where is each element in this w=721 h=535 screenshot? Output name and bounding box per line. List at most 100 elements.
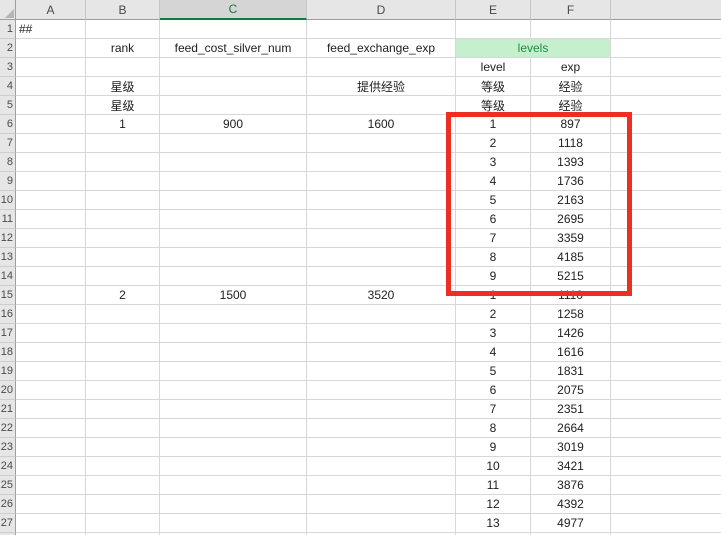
row-header-14[interactable]: 14 — [0, 267, 16, 286]
cell-A16[interactable] — [16, 305, 86, 324]
merged-cell-levels[interactable]: levels — [456, 39, 611, 58]
cell-D7[interactable] — [307, 134, 456, 153]
cell-E22[interactable]: 8 — [456, 419, 531, 438]
cell-E25[interactable]: 11 — [456, 476, 531, 495]
cell-C10[interactable] — [160, 191, 307, 210]
cell-C14[interactable] — [160, 267, 307, 286]
cell-F18[interactable]: 1616 — [531, 343, 611, 362]
row-header-18[interactable]: 18 — [0, 343, 16, 362]
cell-C23[interactable] — [160, 438, 307, 457]
cell-B25[interactable] — [86, 476, 160, 495]
row-header-3[interactable]: 3 — [0, 58, 16, 77]
cell-B21[interactable] — [86, 400, 160, 419]
cell-B26[interactable] — [86, 495, 160, 514]
cell-B7[interactable] — [86, 134, 160, 153]
cell-D8[interactable] — [307, 153, 456, 172]
cell-D26[interactable] — [307, 495, 456, 514]
row-header-17[interactable]: 17 — [0, 324, 16, 343]
cell-E23[interactable]: 9 — [456, 438, 531, 457]
cell-E9[interactable]: 4 — [456, 172, 531, 191]
cell-B23[interactable] — [86, 438, 160, 457]
row-header-6[interactable]: 6 — [0, 115, 16, 134]
cell-C17[interactable] — [160, 324, 307, 343]
cell-C21[interactable] — [160, 400, 307, 419]
cell-F25[interactable]: 3876 — [531, 476, 611, 495]
cell-E19[interactable]: 5 — [456, 362, 531, 381]
cell-D27[interactable] — [307, 514, 456, 533]
cell-A25[interactable] — [16, 476, 86, 495]
cell-F12[interactable]: 3359 — [531, 229, 611, 248]
cell-C16[interactable] — [160, 305, 307, 324]
cell-B2[interactable]: rank — [86, 39, 160, 58]
cell-C8[interactable] — [160, 153, 307, 172]
column-header-C[interactable]: C — [160, 0, 307, 20]
cell-D21[interactable] — [307, 400, 456, 419]
cell-F27[interactable]: 4977 — [531, 514, 611, 533]
cell-C4[interactable] — [160, 77, 307, 96]
row-header-13[interactable]: 13 — [0, 248, 16, 267]
cell-B22[interactable] — [86, 419, 160, 438]
cell-A23[interactable] — [16, 438, 86, 457]
row-header-7[interactable]: 7 — [0, 134, 16, 153]
cell-F16[interactable]: 1258 — [531, 305, 611, 324]
cell-B9[interactable] — [86, 172, 160, 191]
cell-D13[interactable] — [307, 248, 456, 267]
cell-C13[interactable] — [160, 248, 307, 267]
cell-B13[interactable] — [86, 248, 160, 267]
cell-A6[interactable] — [16, 115, 86, 134]
column-header-F[interactable]: F — [531, 0, 611, 20]
cell-F9[interactable]: 1736 — [531, 172, 611, 191]
cell-E21[interactable]: 7 — [456, 400, 531, 419]
cell-D23[interactable] — [307, 438, 456, 457]
cell-B1[interactable] — [86, 20, 160, 39]
cell-E26[interactable]: 12 — [456, 495, 531, 514]
cell-C22[interactable] — [160, 419, 307, 438]
cell-A12[interactable] — [16, 229, 86, 248]
cell-B3[interactable] — [86, 58, 160, 77]
cell-C7[interactable] — [160, 134, 307, 153]
cell-F1[interactable] — [531, 20, 611, 39]
cell-F11[interactable]: 2695 — [531, 210, 611, 229]
cell-C18[interactable] — [160, 343, 307, 362]
cell-E15[interactable]: 1 — [456, 286, 531, 305]
cell-A8[interactable] — [16, 153, 86, 172]
cell-E7[interactable]: 2 — [456, 134, 531, 153]
cell-B16[interactable] — [86, 305, 160, 324]
cell-F26[interactable]: 4392 — [531, 495, 611, 514]
cell-B14[interactable] — [86, 267, 160, 286]
cell-F4[interactable]: 经验 — [531, 77, 611, 96]
cell-B24[interactable] — [86, 457, 160, 476]
row-header-4[interactable]: 4 — [0, 77, 16, 96]
cell-D18[interactable] — [307, 343, 456, 362]
column-header-E[interactable]: E — [456, 0, 531, 20]
cell-E11[interactable]: 6 — [456, 210, 531, 229]
cell-E1[interactable] — [456, 20, 531, 39]
column-header-D[interactable]: D — [307, 0, 456, 20]
row-header-24[interactable]: 24 — [0, 457, 16, 476]
cell-F22[interactable]: 2664 — [531, 419, 611, 438]
cell-C24[interactable] — [160, 457, 307, 476]
cell-D6[interactable]: 1600 — [307, 115, 456, 134]
cell-A20[interactable] — [16, 381, 86, 400]
cell-C9[interactable] — [160, 172, 307, 191]
cell-E27[interactable]: 13 — [456, 514, 531, 533]
cell-E6[interactable]: 1 — [456, 115, 531, 134]
cell-D5[interactable] — [307, 96, 456, 115]
cell-E3[interactable]: level — [456, 58, 531, 77]
row-header-9[interactable]: 9 — [0, 172, 16, 191]
cell-F21[interactable]: 2351 — [531, 400, 611, 419]
cell-E10[interactable]: 5 — [456, 191, 531, 210]
cell-B15[interactable]: 2 — [86, 286, 160, 305]
cell-D25[interactable] — [307, 476, 456, 495]
cell-D16[interactable] — [307, 305, 456, 324]
cell-D10[interactable] — [307, 191, 456, 210]
cell-D12[interactable] — [307, 229, 456, 248]
cell-F8[interactable]: 1393 — [531, 153, 611, 172]
cell-F19[interactable]: 1831 — [531, 362, 611, 381]
cell-C3[interactable] — [160, 58, 307, 77]
row-header-16[interactable]: 16 — [0, 305, 16, 324]
cell-E5[interactable]: 等级 — [456, 96, 531, 115]
cell-F3[interactable]: exp — [531, 58, 611, 77]
cell-A11[interactable] — [16, 210, 86, 229]
row-header-12[interactable]: 12 — [0, 229, 16, 248]
